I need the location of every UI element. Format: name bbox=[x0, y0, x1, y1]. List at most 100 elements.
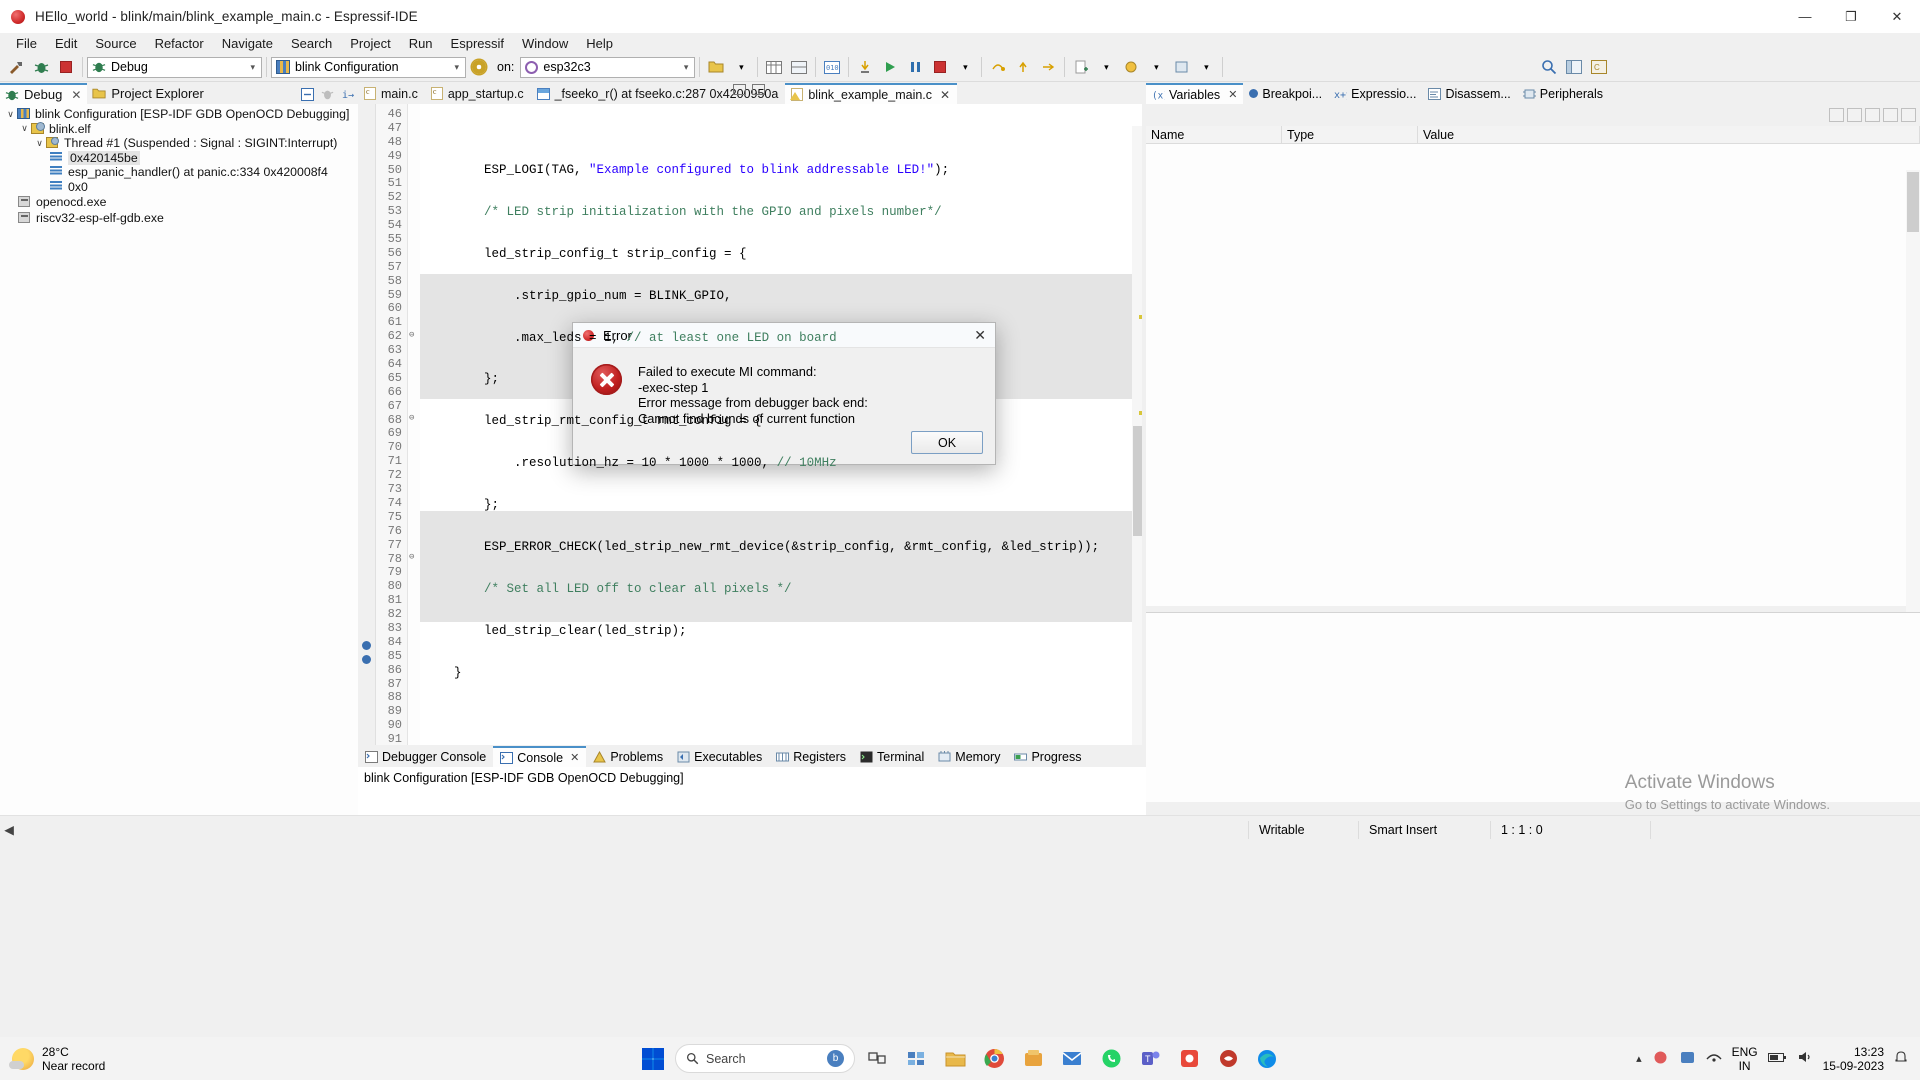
task-view-button[interactable] bbox=[860, 1042, 894, 1076]
close-button[interactable]: ✕ bbox=[1874, 0, 1920, 33]
suspend-icon[interactable] bbox=[903, 55, 927, 79]
column-name[interactable]: Name bbox=[1146, 126, 1282, 143]
tree-row-elf[interactable]: ∨ blink.elf bbox=[0, 121, 358, 137]
tree-row-gdb[interactable]: riscv32-esp-elf-gdb.exe bbox=[0, 211, 358, 226]
chevron-down-icon-7[interactable]: ▾ bbox=[1144, 55, 1168, 79]
menu-navigate[interactable]: Navigate bbox=[213, 35, 282, 52]
notification-icon[interactable] bbox=[1894, 1050, 1908, 1067]
tab-project-explorer[interactable]: Project Explorer bbox=[87, 83, 209, 104]
status-scroll-left-icon[interactable]: ◀ bbox=[0, 822, 18, 837]
tab-disassembly[interactable]: Disassem... bbox=[1422, 83, 1516, 104]
variables-table[interactable]: Name Type Value bbox=[1146, 126, 1920, 650]
copilot-icon[interactable]: b bbox=[827, 1050, 844, 1067]
binary-icon[interactable]: 010 bbox=[820, 55, 844, 79]
step-instruction-icon[interactable] bbox=[1036, 55, 1060, 79]
tab-registers[interactable]: Registers bbox=[769, 746, 853, 767]
file-explorer-button[interactable] bbox=[938, 1042, 972, 1076]
code-editor[interactable]: 46 47 48 49 50 51 52 53 54 55 56 57 58 5… bbox=[358, 104, 1146, 767]
step-into-icon[interactable] bbox=[853, 55, 877, 79]
chevron-down-icon-3[interactable]: ▾ bbox=[680, 62, 693, 73]
debug-tree[interactable]: ∨ blink Configuration [ESP-IDF GDB OpenO… bbox=[0, 104, 358, 825]
taskbar-clock[interactable]: 13:23 15-09-2023 bbox=[1823, 1045, 1884, 1073]
eclipse-button[interactable] bbox=[1211, 1042, 1245, 1076]
edge-button[interactable] bbox=[1250, 1042, 1284, 1076]
breakpoint-marker-85[interactable] bbox=[362, 641, 371, 650]
expand-twisty-icon[interactable]: ∨ bbox=[4, 109, 17, 120]
teams-button[interactable]: T bbox=[1133, 1042, 1167, 1076]
menu-edit[interactable]: Edit bbox=[46, 35, 86, 52]
tab-console-close-icon[interactable]: ✕ bbox=[570, 751, 579, 764]
perspective-cpp-icon[interactable]: C bbox=[1587, 55, 1611, 79]
fold-toggle-62[interactable]: ⊖ bbox=[409, 330, 414, 340]
variables-scrollbar[interactable] bbox=[1906, 170, 1920, 650]
tab-expressions[interactable]: x+y Expressio... bbox=[1328, 83, 1422, 104]
widgets-button[interactable] bbox=[899, 1042, 933, 1076]
tab-executables[interactable]: Executables bbox=[670, 746, 769, 767]
build-button[interactable] bbox=[4, 55, 28, 79]
new-icon[interactable] bbox=[1069, 55, 1093, 79]
table-alt-icon[interactable] bbox=[787, 55, 811, 79]
menu-window[interactable]: Window bbox=[513, 35, 577, 52]
chevron-down-icon-2[interactable]: ▾ bbox=[450, 62, 463, 73]
chevron-down-icon-5[interactable]: ▾ bbox=[953, 55, 977, 79]
column-value[interactable]: Value bbox=[1418, 126, 1920, 143]
resume-icon[interactable] bbox=[878, 55, 902, 79]
volume-icon[interactable] bbox=[1797, 1050, 1813, 1067]
menu-espressif[interactable]: Espressif bbox=[442, 35, 513, 52]
weather-widget[interactable]: 28°C Near record bbox=[9, 1045, 105, 1073]
tree-row-frame-panic[interactable]: esp_panic_handler() at panic.c:334 0x420… bbox=[0, 165, 358, 180]
tab-debugger-console[interactable]: Debugger Console bbox=[358, 746, 493, 767]
menu-refactor[interactable]: Refactor bbox=[146, 35, 213, 52]
tree-row-thread[interactable]: ∨ Thread #1 (Suspended : Signal : SIGINT… bbox=[0, 136, 358, 151]
menu-source[interactable]: Source bbox=[86, 35, 145, 52]
view-menu-icon[interactable]: i→ bbox=[339, 86, 355, 102]
launch-settings-button[interactable] bbox=[467, 55, 491, 79]
language-indicator[interactable]: ENG IN bbox=[1732, 1045, 1758, 1073]
battery-icon[interactable] bbox=[1767, 1051, 1787, 1067]
tree-row-frame-zero[interactable]: 0x0 bbox=[0, 180, 358, 195]
tab-debug-close-icon[interactable]: ✕ bbox=[71, 88, 81, 102]
variables-menu-icon[interactable] bbox=[1865, 108, 1880, 122]
class-icon[interactable] bbox=[1119, 55, 1143, 79]
stop-button[interactable] bbox=[54, 55, 78, 79]
tab-progress[interactable]: Progress bbox=[1007, 746, 1088, 767]
search-toolbar-icon[interactable] bbox=[1537, 55, 1561, 79]
whatsapp-button[interactable] bbox=[1094, 1042, 1128, 1076]
menu-help[interactable]: Help bbox=[577, 35, 622, 52]
variables-minimize-icon[interactable] bbox=[1883, 108, 1898, 122]
expand-twisty-icon-2[interactable]: ∨ bbox=[18, 123, 31, 134]
tab-variables[interactable]: (x)= Variables ✕ bbox=[1146, 83, 1244, 104]
minimize-button[interactable]: — bbox=[1782, 0, 1828, 33]
chrome-button[interactable] bbox=[977, 1042, 1011, 1076]
breakpoint-marker-86[interactable] bbox=[362, 655, 371, 664]
step-return-icon[interactable] bbox=[1011, 55, 1035, 79]
perspective-debug-icon[interactable] bbox=[1562, 55, 1586, 79]
network-icon[interactable] bbox=[1706, 1050, 1722, 1067]
tab-variables-close-icon[interactable]: ✕ bbox=[1228, 88, 1237, 101]
folding-gutter[interactable]: ⊖ ⊖ ⊖ bbox=[408, 104, 420, 745]
tree-row-launch-config[interactable]: ∨ blink Configuration [ESP-IDF GDB OpenO… bbox=[0, 107, 358, 122]
tab-blink-close-icon[interactable]: ✕ bbox=[940, 88, 950, 102]
tab-main-c[interactable]: main.c bbox=[358, 83, 425, 104]
target-combo[interactable]: esp32c3 ▾ bbox=[520, 56, 696, 78]
tray-app-icon-1[interactable] bbox=[1652, 1050, 1669, 1068]
tab-peripherals[interactable]: Peripherals bbox=[1517, 83, 1609, 104]
open-folder-icon[interactable] bbox=[704, 55, 728, 79]
fold-toggle-68[interactable]: ⊖ bbox=[409, 413, 414, 423]
maximize-button[interactable]: ❐ bbox=[1828, 0, 1874, 33]
package-icon[interactable] bbox=[1169, 55, 1193, 79]
tab-app-startup-c[interactable]: app_startup.c bbox=[425, 83, 531, 104]
tab-debug[interactable]: Debug ✕ bbox=[0, 83, 88, 104]
column-type[interactable]: Type bbox=[1282, 126, 1418, 143]
menu-file[interactable]: File bbox=[7, 35, 46, 52]
tree-row-frame-selected[interactable]: 0x420145be bbox=[0, 150, 358, 166]
tree-row-openocd[interactable]: openocd.exe bbox=[0, 195, 358, 210]
chevron-down-icon[interactable]: ▾ bbox=[246, 62, 259, 73]
debug-button[interactable] bbox=[29, 55, 53, 79]
variables-maximize-icon[interactable] bbox=[1901, 108, 1916, 122]
variables-scroll-thumb[interactable] bbox=[1907, 172, 1919, 232]
maximize-view-icon[interactable] bbox=[752, 84, 765, 95]
tab-breakpoints[interactable]: Breakpoi... bbox=[1243, 83, 1328, 104]
taskbar-search[interactable]: Search b bbox=[675, 1044, 855, 1073]
launch-mode-combo[interactable]: Debug ▾ bbox=[87, 56, 262, 78]
